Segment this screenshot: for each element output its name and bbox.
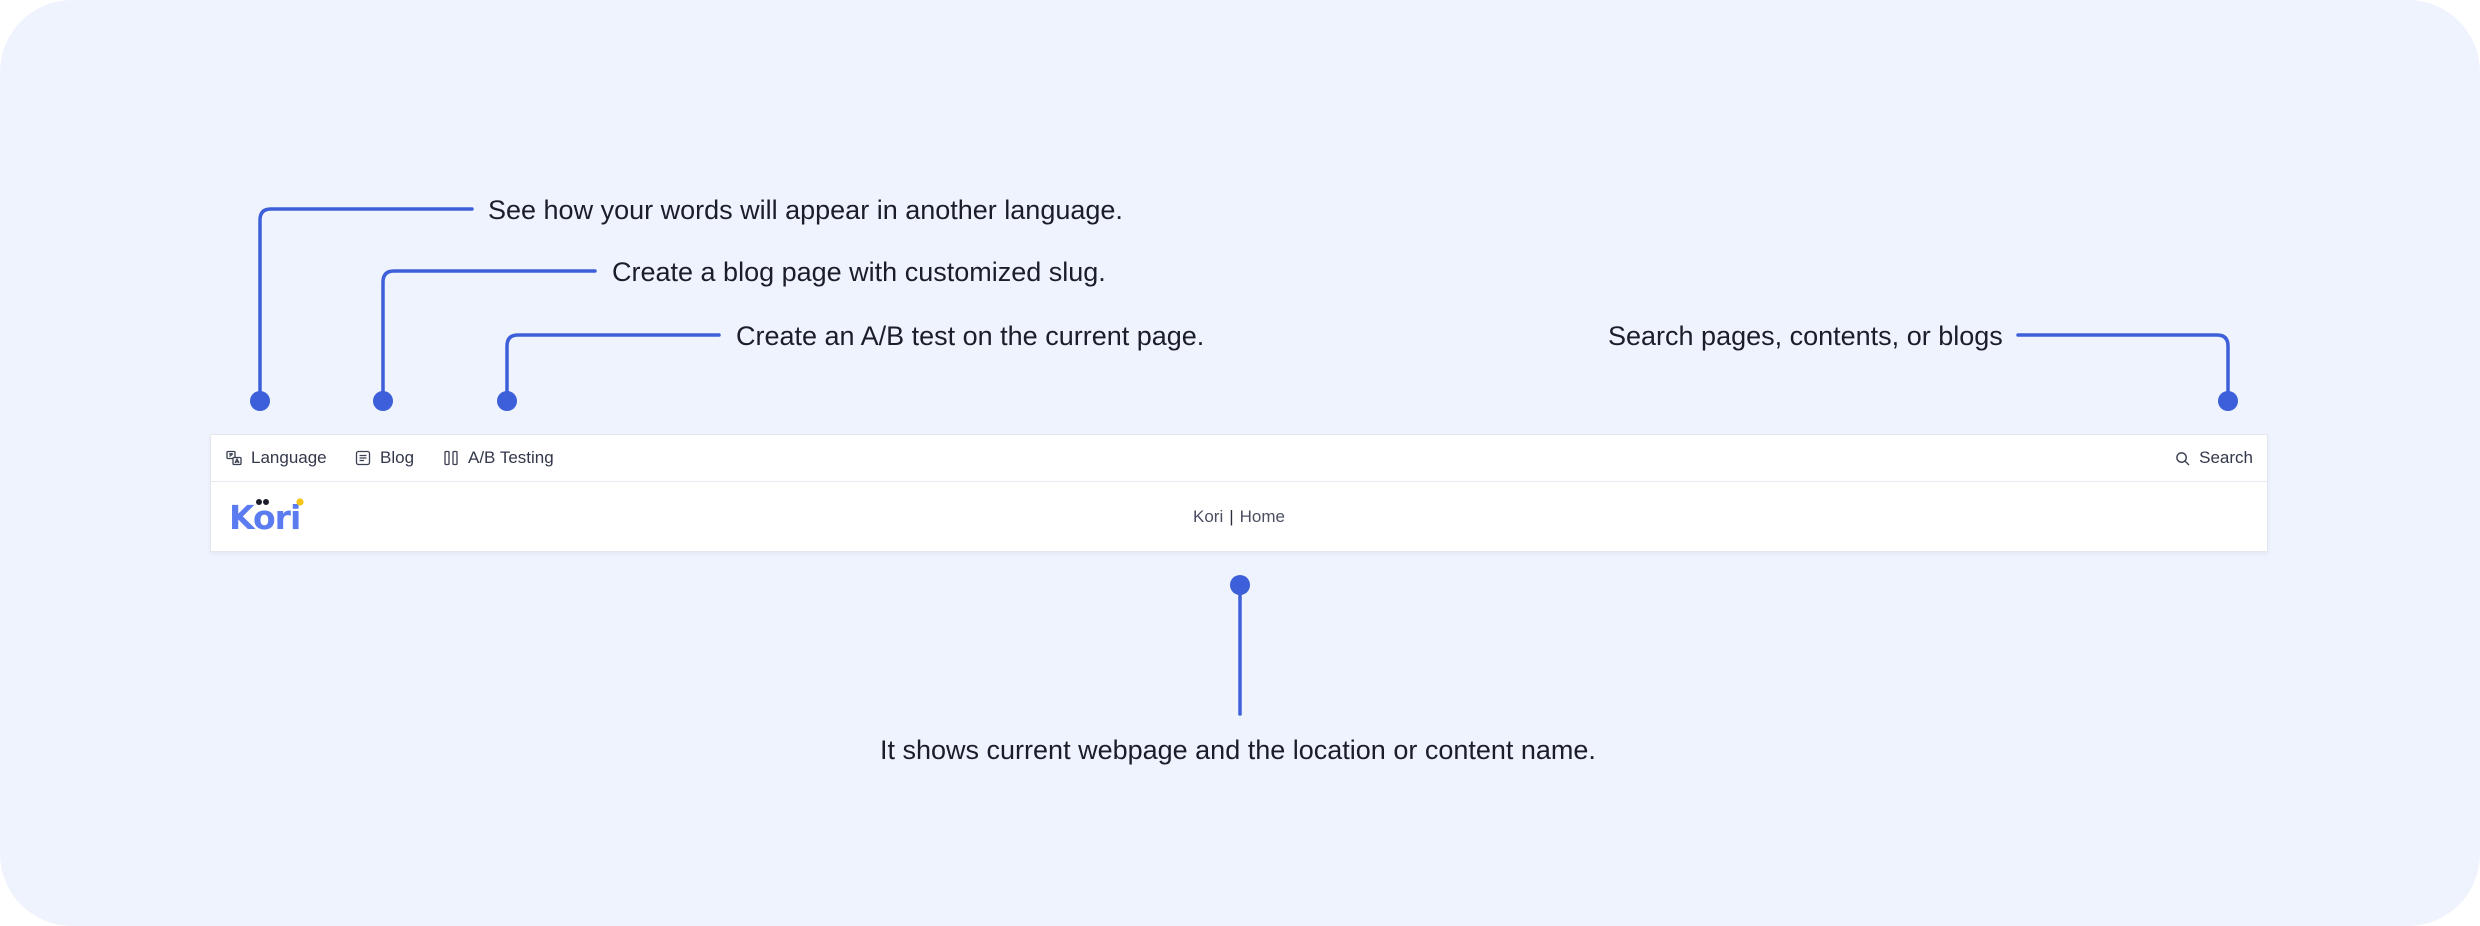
ab-testing-callout: Create an A/B test on the current page. xyxy=(736,321,1205,351)
site-header: Kori Kori | Home xyxy=(211,481,2267,551)
search-button[interactable]: Search xyxy=(2175,435,2253,481)
canvas: See how your words will appear in anothe… xyxy=(0,0,2480,926)
ab-testing-label: A/B Testing xyxy=(468,448,554,467)
ab-testing-icon xyxy=(444,450,458,466)
language-connector xyxy=(258,207,474,403)
header-dot xyxy=(1230,575,1250,595)
search-dot xyxy=(2218,391,2238,411)
language-dot xyxy=(250,391,270,411)
toolbar: Language Blog A/B Testing Search xyxy=(211,435,2267,482)
blog-callout: Create a blog page with customized slug. xyxy=(612,257,1106,287)
blog-connector xyxy=(381,269,597,403)
search-label: Search xyxy=(2199,448,2253,467)
language-button[interactable]: Language xyxy=(226,435,327,481)
page-title: Kori | Home xyxy=(211,481,2267,552)
site-name: Kori xyxy=(1192,506,1224,526)
ab-testing-button[interactable]: A/B Testing xyxy=(443,435,554,481)
blog-button[interactable]: Blog xyxy=(355,435,414,481)
title-separator: | xyxy=(1229,506,1234,526)
language-callout: See how your words will appear in anothe… xyxy=(488,195,1123,225)
search-callout: Search pages, contents, or blogs xyxy=(1608,321,2003,351)
blog-label: Blog xyxy=(380,448,415,467)
language-label: Language xyxy=(251,448,327,467)
search-icon xyxy=(2176,451,2190,465)
blog-icon xyxy=(355,450,371,466)
ab-testing-connector xyxy=(505,333,721,403)
blog-dot xyxy=(373,391,393,411)
ab-testing-dot xyxy=(497,391,517,411)
page-name: Home xyxy=(1239,506,1285,526)
search-connector xyxy=(2016,333,2230,403)
language-icon xyxy=(226,450,242,466)
header-callout: It shows current webpage and the locatio… xyxy=(880,735,1596,765)
editor-bar: Language Blog A/B Testing Search Kori Ko… xyxy=(210,434,2268,552)
